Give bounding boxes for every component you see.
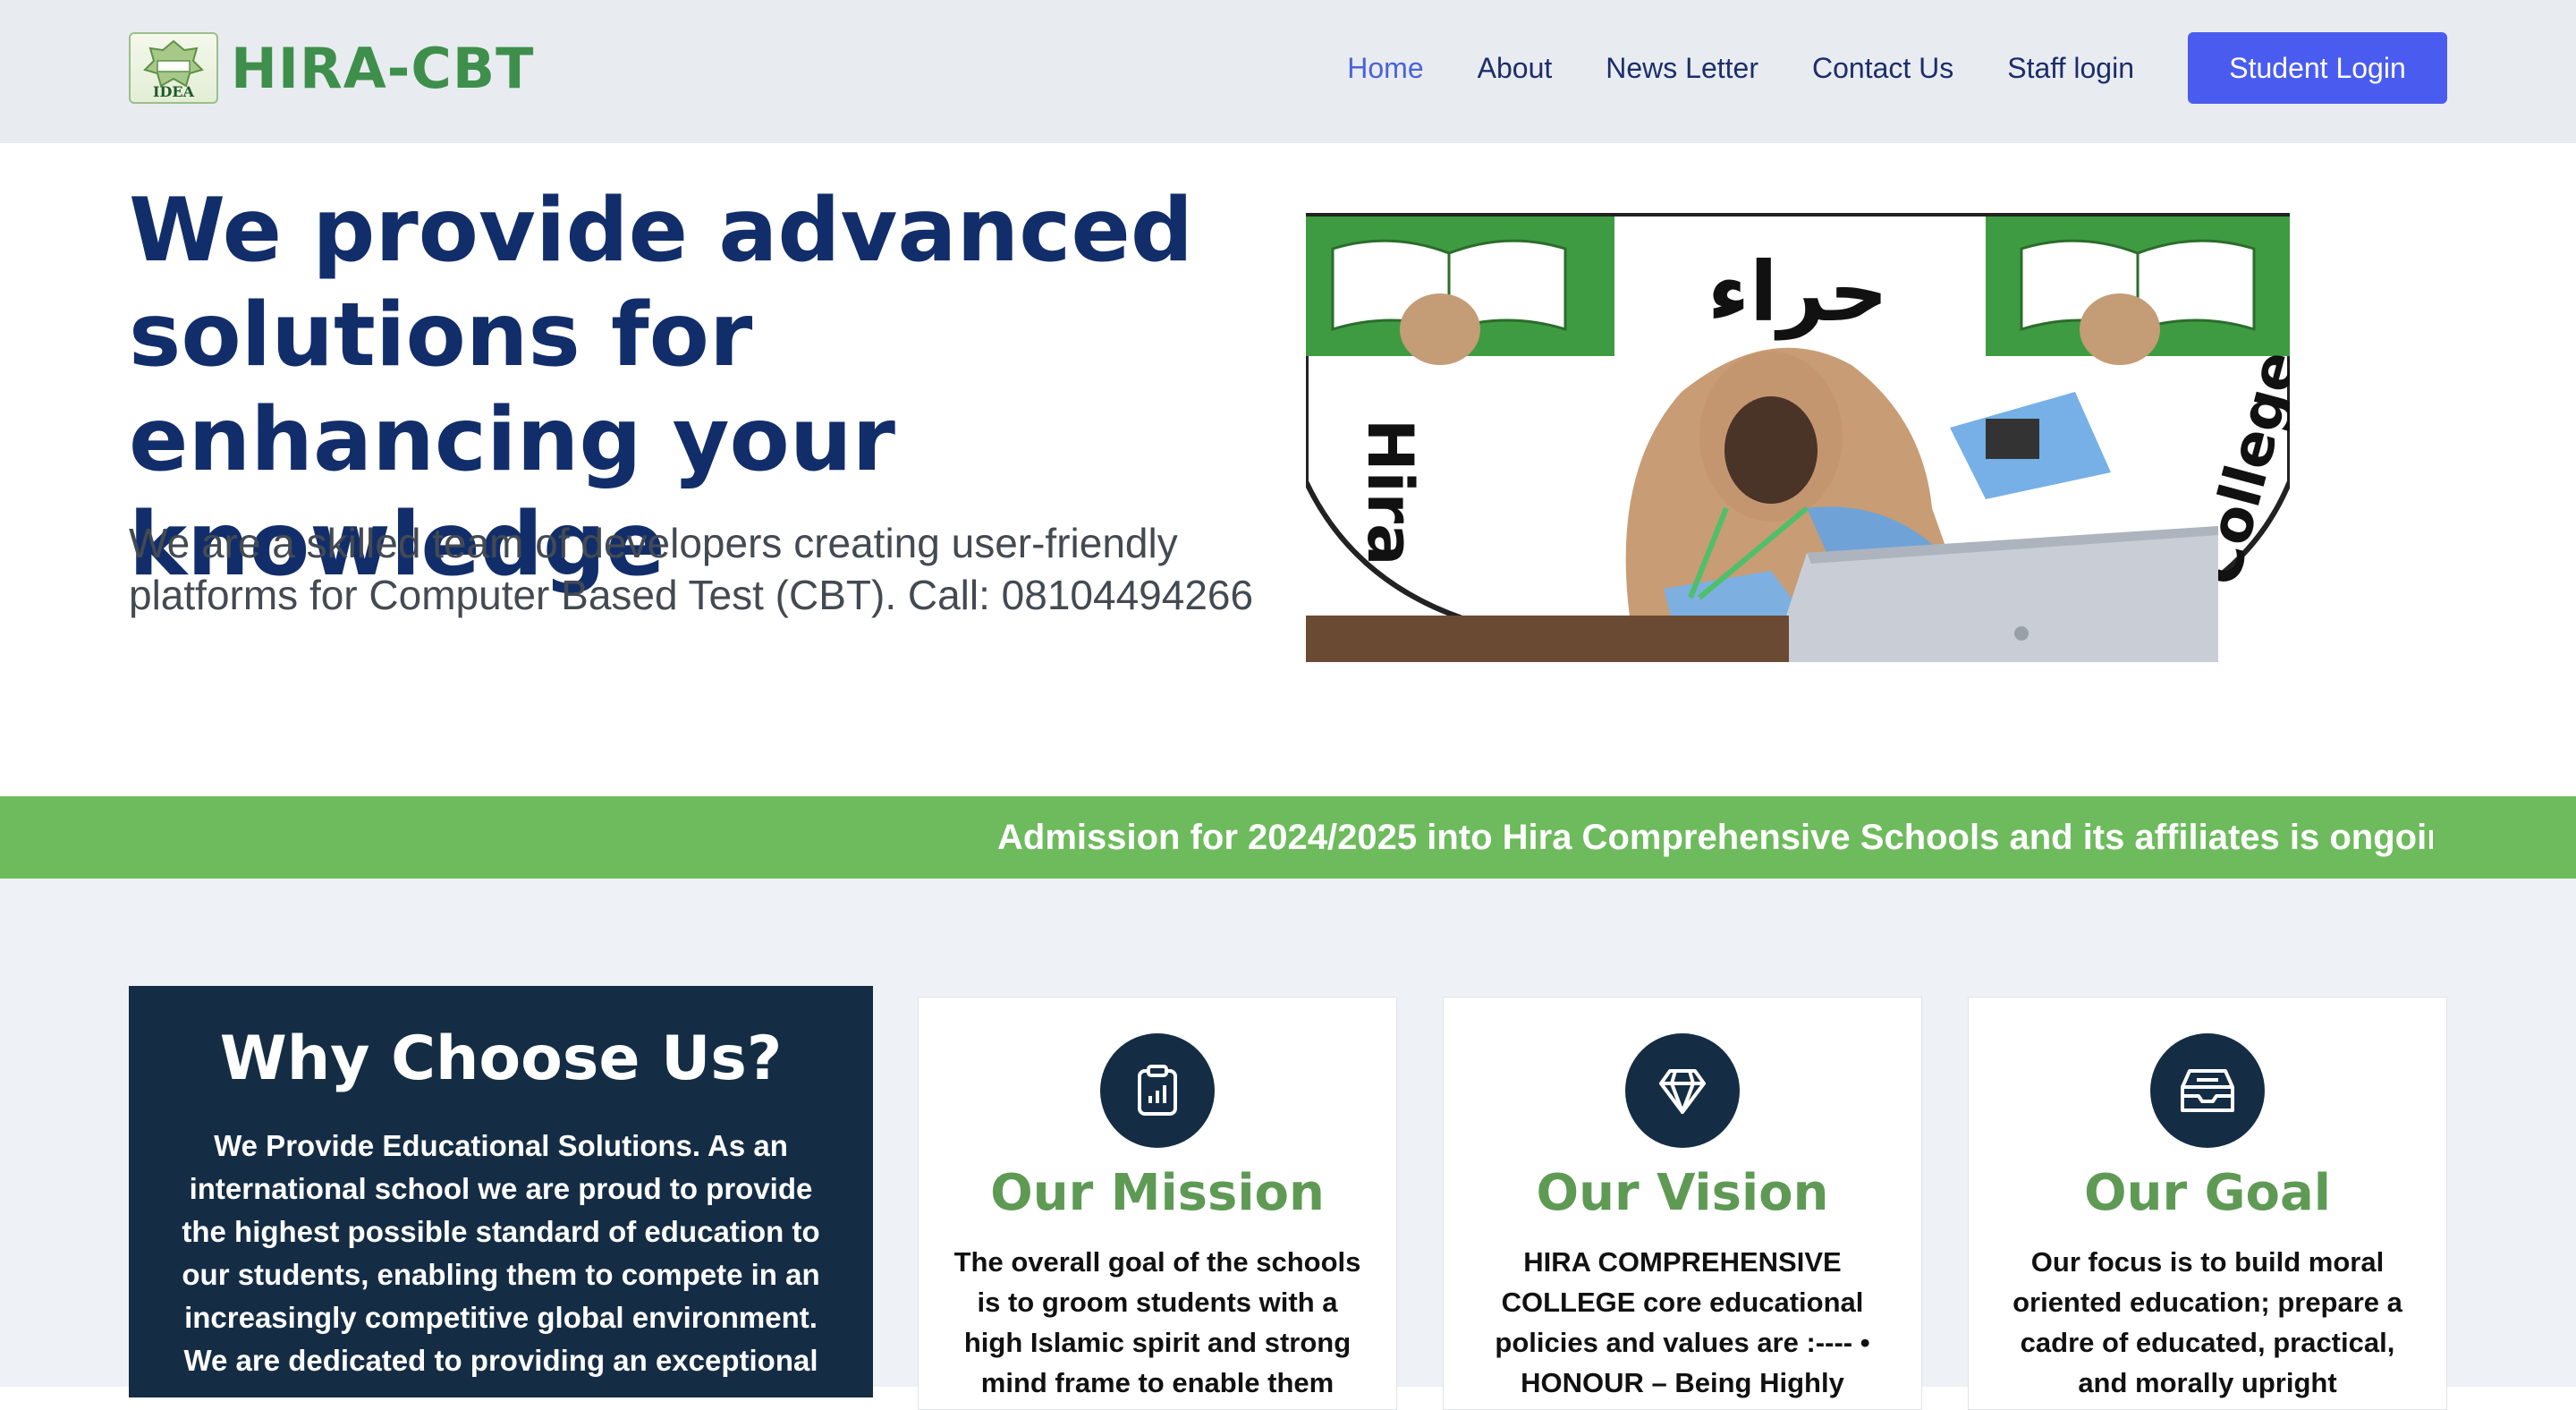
- svg-text:Hira: Hira: [1353, 419, 1427, 565]
- main-nav: Home About News Letter Contact Us Staff …: [1293, 32, 2447, 104]
- why-title: Why Choose Us?: [219, 1024, 783, 1094]
- goal-card: Our Goal Our focus is to build moral ori…: [1968, 997, 2447, 1410]
- mission-text: The overall goal of the schools is to gr…: [953, 1246, 1361, 1398]
- logo-icon: IDEA: [129, 32, 218, 104]
- diamond-icon: [1625, 1033, 1740, 1148]
- vision-card: Our Vision HIRA COMPREHENSIVE COLLEGE co…: [1443, 997, 1922, 1410]
- nav-newsletter[interactable]: News Letter: [1606, 52, 1758, 85]
- site-header: IDEA HIRA-CBT Home About News Letter Con…: [0, 0, 2576, 143]
- nav-home[interactable]: Home: [1347, 52, 1423, 85]
- ticker-text: Admission for 2024/2025 into Hira Compre…: [997, 818, 2433, 857]
- student-login-button[interactable]: Student Login: [2188, 32, 2447, 104]
- inbox-stack-icon: [2150, 1033, 2265, 1148]
- nav-contact[interactable]: Contact Us: [1812, 52, 1953, 85]
- brand-name: HIRA-CBT: [231, 35, 535, 101]
- goal-text: Our focus is to build moral oriented edu…: [2012, 1246, 2402, 1398]
- brand[interactable]: IDEA HIRA-CBT: [129, 32, 534, 104]
- nav-staff-login[interactable]: Staff login: [2007, 52, 2134, 85]
- vision-title: Our Vision: [1536, 1164, 1829, 1222]
- announcement-ticker: Admission for 2024/2025 into Hira Compre…: [0, 796, 2576, 879]
- vision-text: HIRA COMPREHENSIVE COLLEGE core educatio…: [1495, 1246, 1870, 1398]
- goal-title: Our Goal: [2083, 1164, 2331, 1222]
- clipboard-chart-icon: [1100, 1033, 1215, 1148]
- mission-title: Our Mission: [990, 1164, 1325, 1222]
- hero-subtitle: We are a skilled team of developers crea…: [129, 520, 1254, 618]
- why-choose-us-card: Why Choose Us? We Provide Educational So…: [129, 986, 873, 1397]
- svg-text:حراء: حراء: [1707, 244, 1888, 341]
- hero-image: حراء Hira College: [1306, 213, 2290, 662]
- svg-text:IDEA: IDEA: [153, 83, 195, 100]
- why-text: We Provide Educational Solutions. As an …: [182, 1129, 820, 1377]
- features-section: Why Choose Us? We Provide Educational So…: [0, 879, 2576, 1410]
- mission-card: Our Mission The overall goal of the scho…: [918, 997, 1397, 1410]
- nav-about[interactable]: About: [1478, 52, 1553, 85]
